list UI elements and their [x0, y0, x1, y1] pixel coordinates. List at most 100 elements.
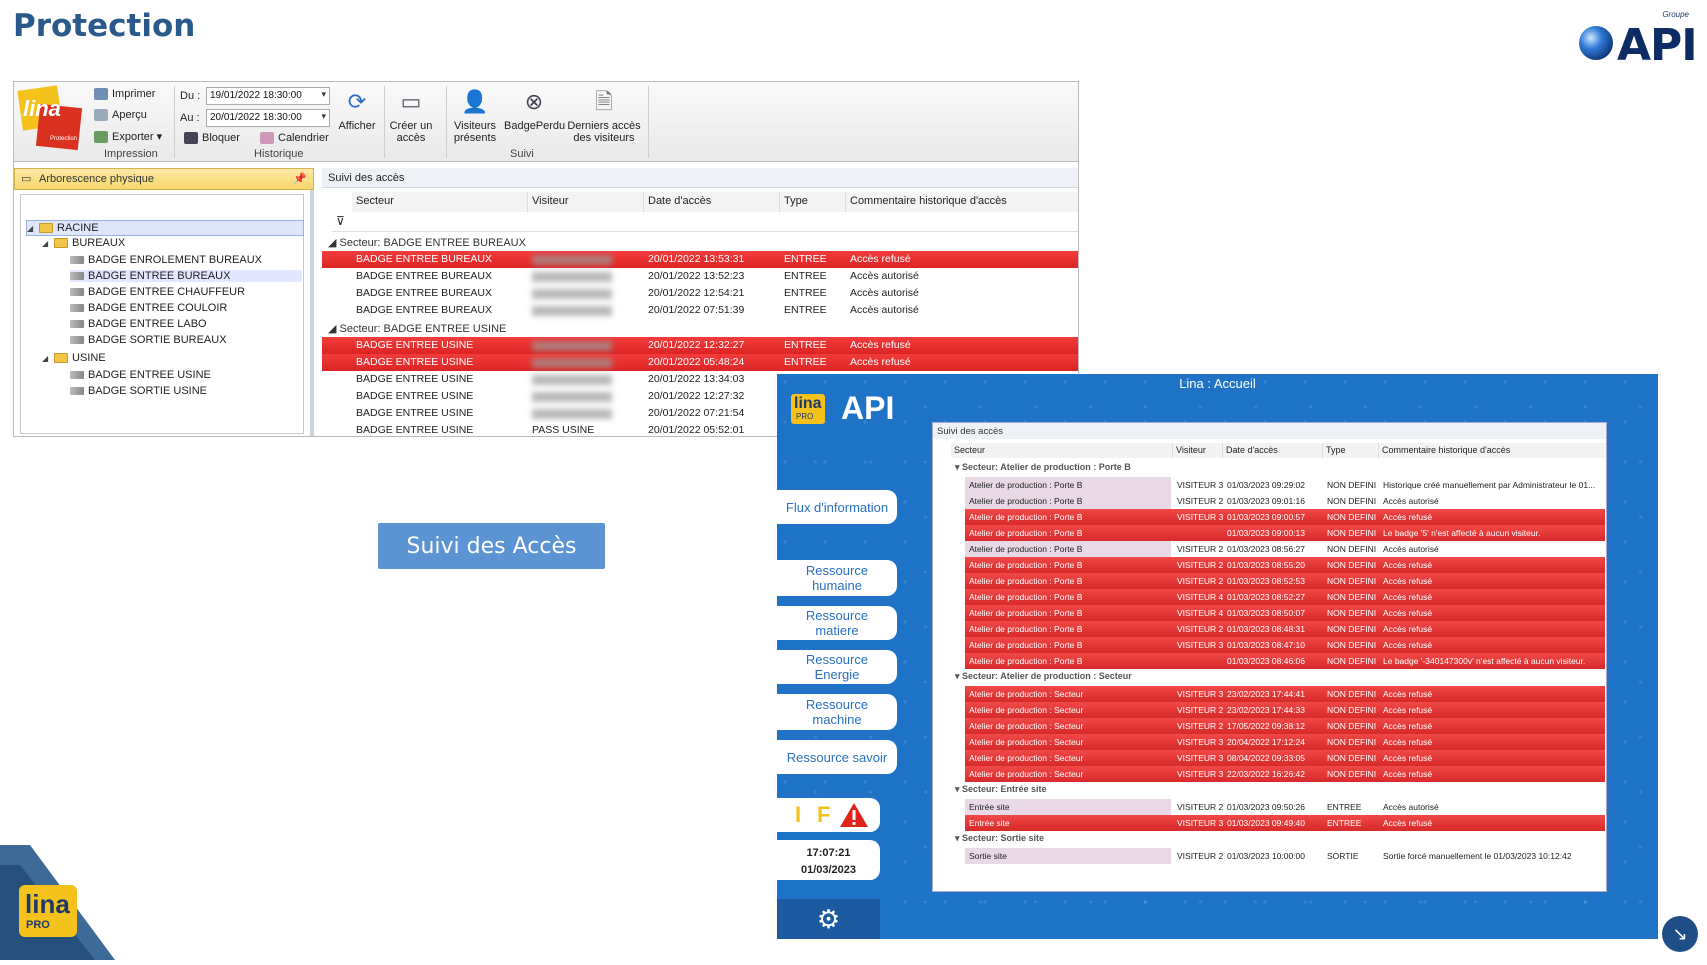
column-header[interactable]: Date d'accès [1223, 443, 1323, 458]
table-row[interactable]: Atelier de production : Secteur VISITEUR … [965, 718, 1605, 734]
group-row[interactable]: ▾ Secteur: Atelier de production : Secte… [951, 669, 1606, 684]
table-row[interactable]: Atelier de production : Porte B VISITEUR … [965, 573, 1605, 589]
table-row[interactable]: Atelier de production : Secteur VISITEUR … [965, 750, 1605, 766]
from-date-picker[interactable]: 19/01/2022 18:30:00 [206, 87, 330, 105]
tree-item[interactable]: BADGE ENTREE LABO [70, 318, 207, 330]
table-row[interactable]: Atelier de production : Porte B VISITEUR … [965, 637, 1605, 653]
table-row[interactable]: Atelier de production : Porte B 01/03/202… [965, 653, 1605, 669]
print-button[interactable]: Imprimer [94, 88, 155, 101]
column-header[interactable]: Type [780, 192, 846, 212]
tree-item[interactable]: BADGE SORTIE USINE [70, 385, 207, 397]
side-menu-button[interactable]: Flux d'information [777, 490, 897, 524]
group-row[interactable]: ▾ Secteur: Sortie site [951, 831, 1606, 846]
tree-icon: ▭ [21, 173, 32, 185]
table-row[interactable]: Atelier de production : Porte B VISITEUR … [965, 589, 1605, 605]
brand-group-label: Groupe [1662, 10, 1689, 19]
table-row[interactable]: Atelier de production : Porte B VISITEUR … [965, 541, 1605, 557]
column-header[interactable]: Commentaire historique d'accès [846, 192, 1078, 212]
tree-item[interactable]: BADGE SORTIE BUREAUX [70, 334, 227, 346]
blurred-visitor [532, 375, 612, 385]
side-menu-button[interactable]: Ressource savoir [777, 740, 897, 774]
table-row[interactable]: Entrée site VISITEUR 3 01/03/2023 09:49:40… [965, 815, 1605, 831]
export-button[interactable]: Exporter ▾ [94, 130, 162, 144]
api-logo: Groupe API [1567, 10, 1698, 71]
tree-item[interactable]: BADGE ENTREE COULOIR [70, 302, 227, 314]
lost-badge-button[interactable]: ⊗ BadgePerdu [504, 88, 565, 133]
folder-icon [54, 238, 68, 248]
preview-button[interactable]: Aperçu [94, 109, 147, 122]
printer-icon [94, 88, 108, 101]
table-row[interactable]: BADGE ENTREE USINE 20/01/2022 12:32:27 ENT… [322, 337, 1078, 354]
blurred-visitor [532, 306, 612, 316]
table-row[interactable]: Sortie site VISITEUR 2 01/03/2023 10:00:00… [965, 848, 1605, 864]
fault-indicator: F [817, 802, 831, 827]
side-menu-button[interactable]: Ressource matiere [777, 606, 897, 640]
table-row[interactable]: Atelier de production : Porte B VISITEUR … [965, 605, 1605, 621]
table-row[interactable]: BADGE ENTREE USINE 20/01/2022 05:48:24 ENT… [322, 354, 1078, 371]
badge-icon [70, 336, 84, 344]
window-title: Lina : Accueil [1179, 376, 1256, 391]
tree-item[interactable]: BADGE ENROLEMENT BUREAUX [70, 254, 262, 266]
side-menu-button[interactable]: Ressource Energie [777, 650, 897, 684]
table-row[interactable]: Atelier de production : Porte B VISITEUR … [965, 557, 1605, 573]
show-button[interactable]: ⟳ Afficher [336, 88, 378, 133]
column-header[interactable]: Visiteur [528, 192, 644, 212]
access-grid-2: Suivi des accès Secteur Visiteur Date d'ac… [932, 422, 1607, 892]
present-visitors-button[interactable]: 👤 Visiteurs présents [450, 88, 500, 145]
table-row[interactable]: Atelier de production : Porte B VISITEUR … [965, 621, 1605, 637]
lock-icon [184, 132, 198, 145]
side-menu-button[interactable]: Ressource humaine [777, 560, 897, 596]
refresh-icon: ⟳ [347, 89, 367, 114]
warning-icon [840, 803, 868, 827]
side-menu-button[interactable]: Ressource machine [777, 694, 897, 730]
last-access-button[interactable]: 🗎 Derniers accès des visiteurs [566, 88, 642, 145]
table-row[interactable]: Atelier de production : Porte B VISITEUR … [965, 509, 1605, 525]
tree-root[interactable]: ◢ RACINE [26, 220, 304, 236]
create-access-button[interactable]: ▭ Créer un accès [388, 88, 434, 145]
table-row[interactable]: Entrée site VISITEUR 2 01/03/2023 09:50:26… [965, 799, 1605, 815]
table-row[interactable]: Atelier de production : Secteur VISITEUR … [965, 686, 1605, 702]
clock: 17:07:21 01/03/2023 [777, 840, 880, 880]
to-date-picker[interactable]: 20/01/2022 18:30:00 [206, 109, 330, 127]
tree-folder-bureaux[interactable]: ◢ BUREAUX [42, 237, 125, 249]
group-row[interactable]: ▾ Secteur: Atelier de production : Porte… [951, 460, 1606, 475]
tree-item[interactable]: BADGE ENTREE CHAUFFEUR [70, 286, 245, 298]
expand-arrow-icon[interactable]: ↘ [1662, 916, 1698, 952]
column-header[interactable]: Date d'accès [644, 192, 780, 212]
table-row[interactable]: Atelier de production : Secteur VISITEUR … [965, 702, 1605, 718]
filter-icon[interactable]: ⊽ [336, 214, 345, 228]
suivi-des-acces-button[interactable]: Suivi des Accès [378, 523, 605, 569]
table-row[interactable]: BADGE ENTREE BUREAUX 20/01/2022 12:54:21 E… [322, 285, 1078, 302]
physical-tree-panel: ▭ Arborescence physique 📌 ◢ RACINE ◢ BUREA… [14, 168, 314, 436]
column-header[interactable]: Type [1323, 443, 1379, 458]
badge-icon [70, 256, 84, 264]
table-row[interactable]: Atelier de production : Secteur VISITEUR … [965, 766, 1605, 782]
settings-button[interactable]: ⚙ [777, 899, 880, 939]
group-row[interactable]: ◢ Secteur: BADGE ENTREE USINE [322, 320, 1078, 336]
blurred-visitor [532, 341, 612, 351]
grid2-title: Suivi des accès [933, 423, 1606, 439]
tree-folder-usine[interactable]: ◢ USINE [42, 352, 106, 364]
table-row[interactable]: BADGE ENTREE BUREAUX 20/01/2022 13:52:23 E… [322, 268, 1078, 285]
column-header[interactable]: Commentaire historique d'accès [1379, 443, 1606, 458]
group-row[interactable]: ◢ Secteur: BADGE ENTREE BUREAUX [322, 234, 1078, 250]
table-row[interactable]: BADGE ENTREE BUREAUX 20/01/2022 07:51:39 E… [322, 302, 1078, 319]
tree-item[interactable]: BADGE ENTREE USINE [70, 369, 211, 381]
column-header[interactable]: Secteur [352, 192, 528, 212]
table-row[interactable]: Atelier de production : Secteur VISITEUR … [965, 734, 1605, 750]
table-row[interactable]: Atelier de production : Porte B VISITEUR … [965, 493, 1605, 509]
lina-home-window: Lina : Accueil lina PRO API Flux d'infor… [777, 374, 1658, 939]
tree-item[interactable]: BADGE ENTREE BUREAUX [70, 270, 302, 282]
column-header[interactable]: Secteur [951, 443, 1173, 458]
filter-row[interactable]: ⊽ [332, 212, 1078, 232]
table-row[interactable]: BADGE ENTREE BUREAUX 20/01/2022 13:53:31 E… [322, 251, 1078, 268]
group-row[interactable]: ▾ Secteur: Entrée site [951, 782, 1606, 797]
pin-icon[interactable]: 📌 [293, 172, 307, 185]
calendar-button[interactable]: Calendrier [260, 132, 329, 145]
block-button[interactable]: Bloquer [184, 132, 240, 145]
table-row[interactable]: Atelier de production : Porte B VISITEUR … [965, 477, 1605, 493]
alert-indicators[interactable]: I F [777, 798, 880, 832]
column-header[interactable]: Visiteur [1173, 443, 1223, 458]
table-row[interactable]: Atelier de production : Porte B 01/03/202… [965, 525, 1605, 541]
badge-icon [70, 387, 84, 395]
